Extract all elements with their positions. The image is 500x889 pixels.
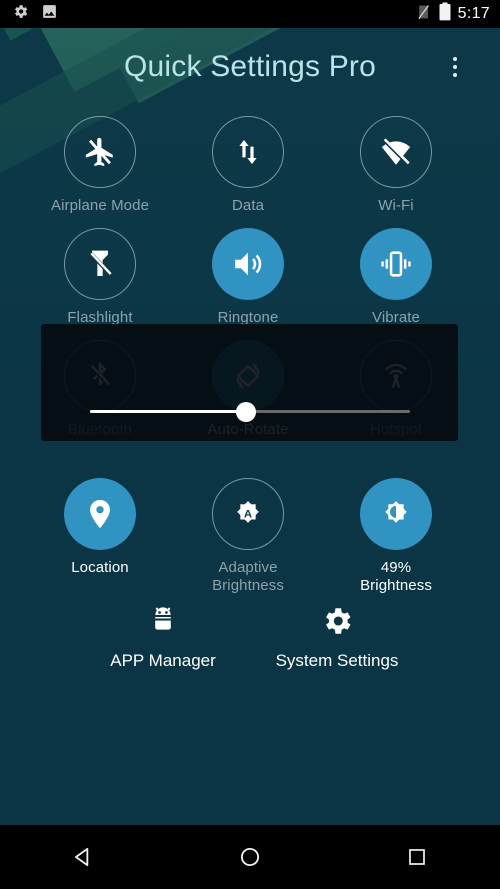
tile-row: Flashlight Ringtone Vibrate: [26, 218, 474, 330]
brightness-value: 49%: [380, 559, 412, 576]
tile-label: Adaptive Brightness: [212, 559, 284, 594]
tile-vibrate[interactable]: Vibrate: [322, 218, 470, 330]
tile-adaptive-brightness[interactable]: A Adaptive Brightness: [174, 468, 322, 598]
status-bar: 5:17: [0, 0, 500, 28]
bottom-shortcuts: APP Manager System Settings: [0, 604, 500, 671]
brightness-slider-panel: [41, 324, 458, 441]
settings-gear-icon: [12, 3, 29, 25]
tile-location[interactable]: Location: [26, 468, 174, 598]
battery-full-icon: [439, 2, 451, 26]
tile-wifi[interactable]: Wi-Fi: [322, 106, 470, 218]
signal-off-icon: [416, 3, 432, 26]
tile-ringtone[interactable]: Ringtone: [174, 218, 322, 330]
status-bar-left-icons: [12, 3, 58, 25]
android-robot-icon: [146, 604, 180, 643]
flashlight-off-icon: [64, 228, 136, 300]
page-title: Quick Settings Pro: [123, 50, 377, 83]
shortcut-label: APP Manager: [110, 651, 216, 670]
brightness-icon: [360, 478, 432, 550]
tile-row: Airplane Mode Data Wi-Fi: [26, 106, 474, 218]
brightness-slider[interactable]: [89, 401, 410, 422]
tile-flashlight[interactable]: Flashlight: [26, 218, 174, 330]
tile-label: Wi-Fi: [378, 197, 414, 214]
wifi-off-icon: [360, 116, 432, 188]
app-header: Quick Settings Pro: [0, 28, 500, 106]
slider-thumb[interactable]: [236, 401, 257, 422]
navigation-bar: [0, 825, 500, 889]
home-circle-icon[interactable]: [210, 825, 290, 889]
tile-data[interactable]: Data: [174, 106, 322, 218]
recents-square-icon[interactable]: [377, 825, 457, 889]
back-triangle-icon[interactable]: [43, 825, 123, 889]
slider-fill: [89, 410, 247, 413]
tile-row: Location A Adaptive Brightness 49% Brigh…: [26, 468, 474, 598]
brightness-auto-icon: A: [212, 478, 284, 550]
shortcut-app-manager[interactable]: APP Manager: [85, 604, 241, 671]
airplane-off-icon: [64, 116, 136, 188]
volume-up-icon: [212, 228, 284, 300]
svg-text:A: A: [244, 508, 252, 520]
vibration-icon: [360, 228, 432, 300]
shortcut-label: System Settings: [275, 651, 399, 670]
tile-label: 49% Brightness: [360, 559, 432, 594]
tile-label: Data: [231, 197, 265, 214]
shortcut-system-settings[interactable]: System Settings: [259, 604, 415, 671]
status-bar-clock: 5:17: [457, 5, 490, 22]
data-transfer-icon: [212, 116, 284, 188]
tile-label: Airplane Mode: [50, 197, 150, 214]
gear-icon: [320, 604, 354, 643]
location-pin-icon: [64, 478, 136, 550]
tile-label: Location: [71, 559, 129, 576]
overflow-menu-icon[interactable]: [444, 50, 466, 84]
image-icon: [41, 3, 58, 25]
status-bar-right-icons: 5:17: [416, 2, 490, 26]
tile-airplane-mode[interactable]: Airplane Mode: [26, 106, 174, 218]
tile-brightness[interactable]: 49% Brightness: [322, 468, 470, 598]
